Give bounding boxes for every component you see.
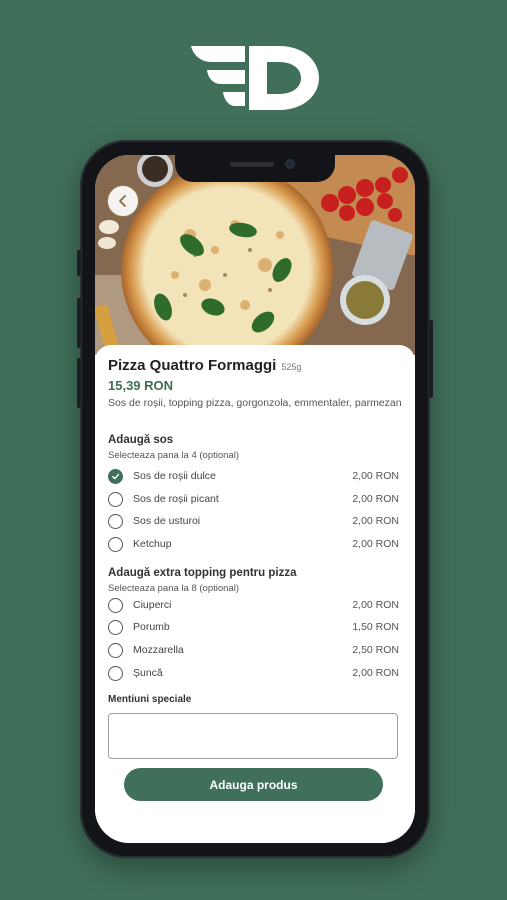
camera-icon: [285, 159, 295, 169]
toppings-title: Adaugă extra topping pentru pizza: [108, 567, 297, 579]
sauce-option[interactable]: Sos de roșii dulce 2,00 RON: [108, 466, 399, 486]
phone-notch: [175, 152, 335, 182]
product-description: Sos de roșii, topping pizza, gorgonzola,…: [108, 397, 402, 409]
option-label: Sos de usturoi: [133, 515, 201, 527]
topping-option[interactable]: Mozzarella 2,50 RON: [108, 640, 399, 660]
option-label: Porumb: [133, 621, 170, 633]
brand-logo: [191, 46, 319, 110]
product-details-sheet: Pizza Quattro Formaggi 525g 15,39 RON So…: [95, 345, 415, 843]
option-price: 2,00 RON: [352, 470, 399, 482]
option-price: 2,00 RON: [352, 599, 399, 611]
radio-button[interactable]: [108, 491, 123, 507]
toppings-subtitle: Selecteaza pana la 8 (optional): [108, 583, 239, 594]
sauce-option[interactable]: Sos de usturoi 2,00 RON: [108, 511, 399, 531]
radio-checked[interactable]: [108, 468, 123, 484]
notes-label: Mentiuni speciale: [108, 694, 192, 705]
option-price: 1,50 RON: [352, 621, 399, 633]
product-name: Pizza Quattro Formaggi: [108, 357, 277, 374]
option-label: Ciuperci: [133, 599, 172, 611]
option-label: Sos de roșii picant: [133, 493, 219, 505]
radio-button[interactable]: [108, 536, 123, 552]
radio-button[interactable]: [108, 665, 123, 681]
radio-button[interactable]: [108, 619, 123, 635]
option-label: Șuncă: [133, 667, 163, 679]
product-weight: 525g: [281, 362, 302, 372]
option-label: Ketchup: [133, 538, 172, 550]
sauce-option[interactable]: Ketchup 2,00 RON: [108, 534, 399, 554]
sauce-option[interactable]: Sos de roșii picant 2,00 RON: [108, 489, 399, 509]
radio-button[interactable]: [108, 513, 123, 529]
product-price: 15,39 RON: [108, 378, 174, 393]
chevron-left-icon: [119, 195, 126, 207]
app-screen: Pizza Quattro Formaggi 525g 15,39 RON So…: [95, 155, 415, 843]
back-button[interactable]: [107, 185, 139, 217]
check-icon: [112, 473, 120, 479]
sauces-subtitle: Selecteaza pana la 4 (optional): [108, 450, 239, 461]
option-price: 2,00 RON: [352, 538, 399, 550]
topping-option[interactable]: Ciuperci 2,00 RON: [108, 595, 399, 615]
option-price: 2,00 RON: [352, 667, 399, 679]
add-product-button[interactable]: Adauga produs: [124, 768, 383, 801]
option-price: 2,00 RON: [352, 493, 399, 505]
topping-option[interactable]: Porumb 1,50 RON: [108, 617, 399, 637]
radio-button[interactable]: [108, 642, 123, 658]
product-title-row: Pizza Quattro Formaggi 525g: [108, 357, 402, 374]
product-image: [95, 155, 415, 355]
sauces-title: Adaugă sos: [108, 434, 174, 446]
option-label: Sos de roșii dulce: [133, 470, 216, 482]
option-price: 2,50 RON: [352, 644, 399, 656]
option-price: 2,00 RON: [352, 515, 399, 527]
notes-textarea[interactable]: [108, 713, 398, 759]
radio-button[interactable]: [108, 597, 123, 613]
option-label: Mozzarella: [133, 644, 184, 656]
topping-option[interactable]: Șuncă 2,00 RON: [108, 663, 399, 683]
